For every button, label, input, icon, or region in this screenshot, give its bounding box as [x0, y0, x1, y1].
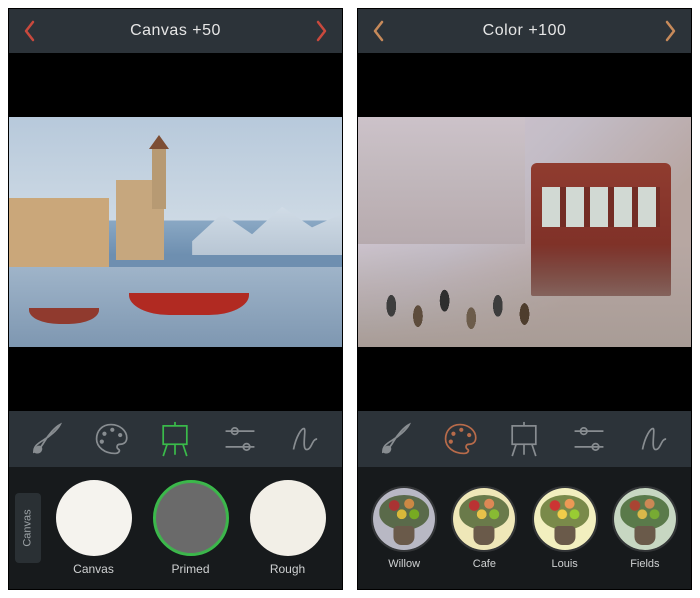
option-rough[interactable]: Rough — [250, 480, 326, 576]
screen-canvas: Canvas +50 — [8, 8, 343, 590]
next-button[interactable] — [659, 20, 681, 42]
back-button[interactable] — [368, 20, 390, 42]
option-label: Canvas — [73, 562, 114, 576]
sliders-tool[interactable] — [568, 418, 610, 460]
option-label: Primed — [171, 562, 209, 576]
option-label: Willow — [388, 558, 420, 570]
options-strip: Willow Cafe Louis Fields — [358, 467, 691, 589]
back-button[interactable] — [19, 20, 41, 42]
swatch-rough — [250, 480, 326, 556]
screen-color: Color +100 — [357, 8, 692, 590]
option-label: Cafe — [473, 558, 496, 570]
strip-tab-label: Canvas — [22, 509, 34, 546]
option-louis[interactable]: Louis — [532, 486, 598, 570]
signature-tool[interactable] — [283, 418, 325, 460]
palette-tool[interactable] — [90, 418, 132, 460]
thumb-cafe — [451, 486, 517, 552]
header: Canvas +50 — [9, 9, 342, 53]
option-label: Rough — [270, 562, 305, 576]
next-button[interactable] — [310, 20, 332, 42]
palette-tool[interactable] — [439, 418, 481, 460]
options-strip: Canvas Canvas Primed Rough — [9, 467, 342, 589]
thumb-willow — [371, 486, 437, 552]
preview-image — [9, 117, 342, 347]
option-willow[interactable]: Willow — [371, 486, 437, 570]
preview-image — [358, 117, 691, 347]
header-title: Color +100 — [483, 22, 567, 40]
brush-tool[interactable] — [26, 418, 68, 460]
signature-tool[interactable] — [632, 418, 674, 460]
thumb-louis — [532, 486, 598, 552]
option-primed[interactable]: Primed — [153, 480, 229, 576]
header: Color +100 — [358, 9, 691, 53]
option-label: Fields — [630, 558, 659, 570]
canvas-tool[interactable] — [154, 418, 196, 460]
option-cafe[interactable]: Cafe — [451, 486, 517, 570]
strip-tab[interactable]: Canvas — [15, 493, 41, 563]
toolbar — [358, 411, 691, 467]
header-title: Canvas +50 — [130, 22, 221, 40]
option-label: Louis — [551, 558, 577, 570]
brush-tool[interactable] — [375, 418, 417, 460]
option-fields[interactable]: Fields — [612, 486, 678, 570]
swatch-canvas — [56, 480, 132, 556]
option-canvas[interactable]: Canvas — [56, 480, 132, 576]
preview-area[interactable] — [9, 53, 342, 411]
canvas-tool[interactable] — [503, 418, 545, 460]
swatch-primed — [153, 480, 229, 556]
sliders-tool[interactable] — [219, 418, 261, 460]
preview-area[interactable] — [358, 53, 691, 411]
thumb-fields — [612, 486, 678, 552]
toolbar — [9, 411, 342, 467]
